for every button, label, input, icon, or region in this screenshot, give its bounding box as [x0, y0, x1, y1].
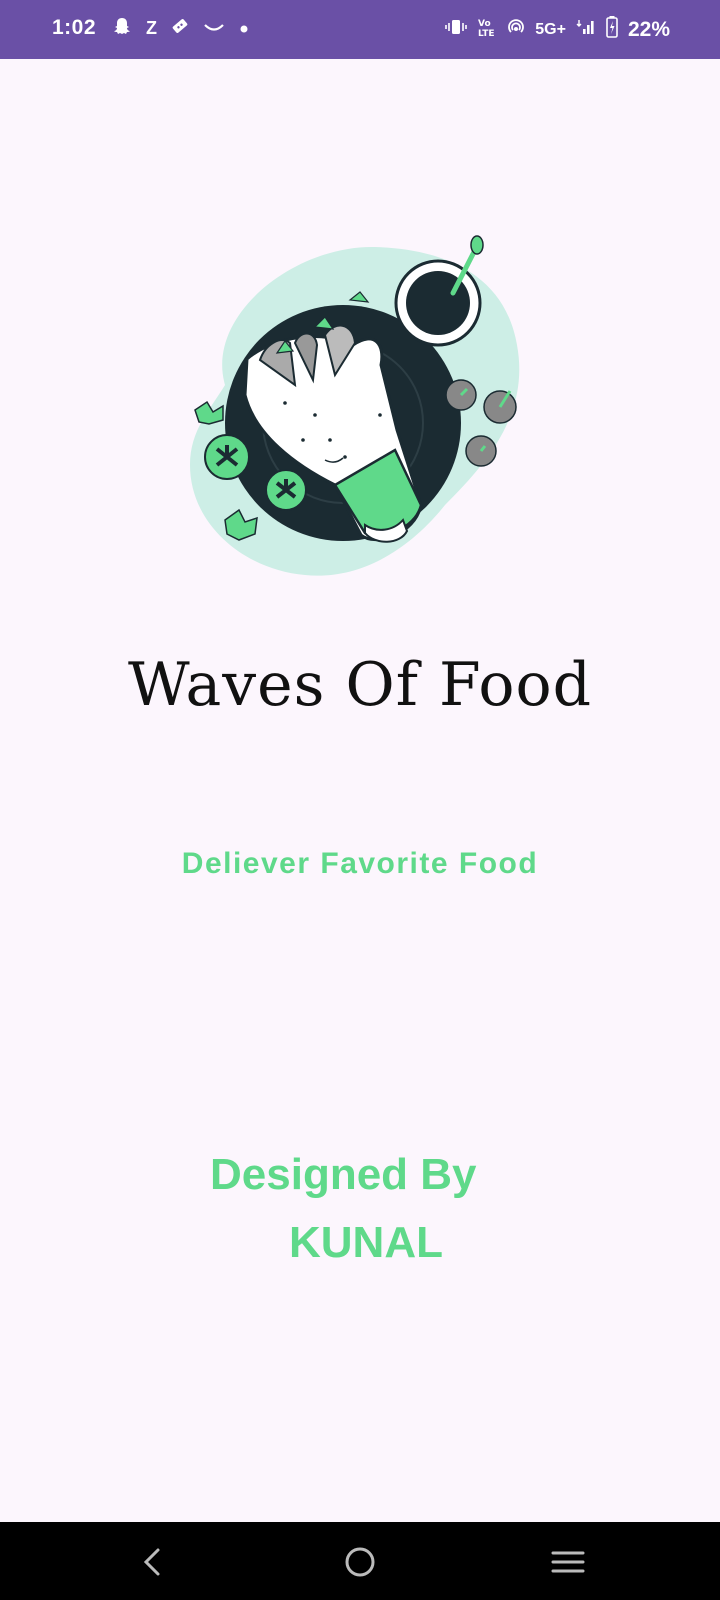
signal-icon: [576, 18, 596, 41]
navigation-bar: [0, 1522, 720, 1600]
volte-icon: Vo LTE: [477, 17, 497, 42]
app-tagline: Deliever Favorite Food: [181, 847, 539, 880]
ticket-icon: [171, 17, 189, 40]
food-illustration: [185, 235, 535, 595]
battery-icon: [606, 16, 618, 43]
battery-percent: 22%: [627, 17, 670, 41]
back-icon[interactable]: [132, 1542, 172, 1582]
status-time: 1:02: [52, 16, 97, 39]
designed-by-label: Designed By: [210, 1150, 477, 1199]
svg-text:LTE: LTE: [478, 29, 495, 37]
status-bar: 1:02 Z Vo LTE 5G+ 22%: [0, 0, 720, 59]
snapchat-icon: [112, 16, 132, 41]
designer-name: KUNAL: [289, 1218, 443, 1267]
hotspot-icon: [507, 18, 525, 41]
status-notification-icons: Z: [112, 16, 249, 41]
network-type-label: 5G+: [535, 20, 566, 38]
z-icon: Z: [146, 18, 157, 38]
vibrate-icon: [445, 18, 468, 41]
smile-icon: [203, 18, 225, 39]
menu-icon[interactable]: [548, 1542, 588, 1582]
status-system-icons: Vo LTE 5G+ 22%: [445, 16, 670, 43]
svg-text:Vo: Vo: [478, 19, 491, 29]
home-icon[interactable]: [340, 1542, 380, 1582]
dot-icon: [239, 18, 249, 39]
app-title: Waves Of Food: [128, 650, 592, 720]
